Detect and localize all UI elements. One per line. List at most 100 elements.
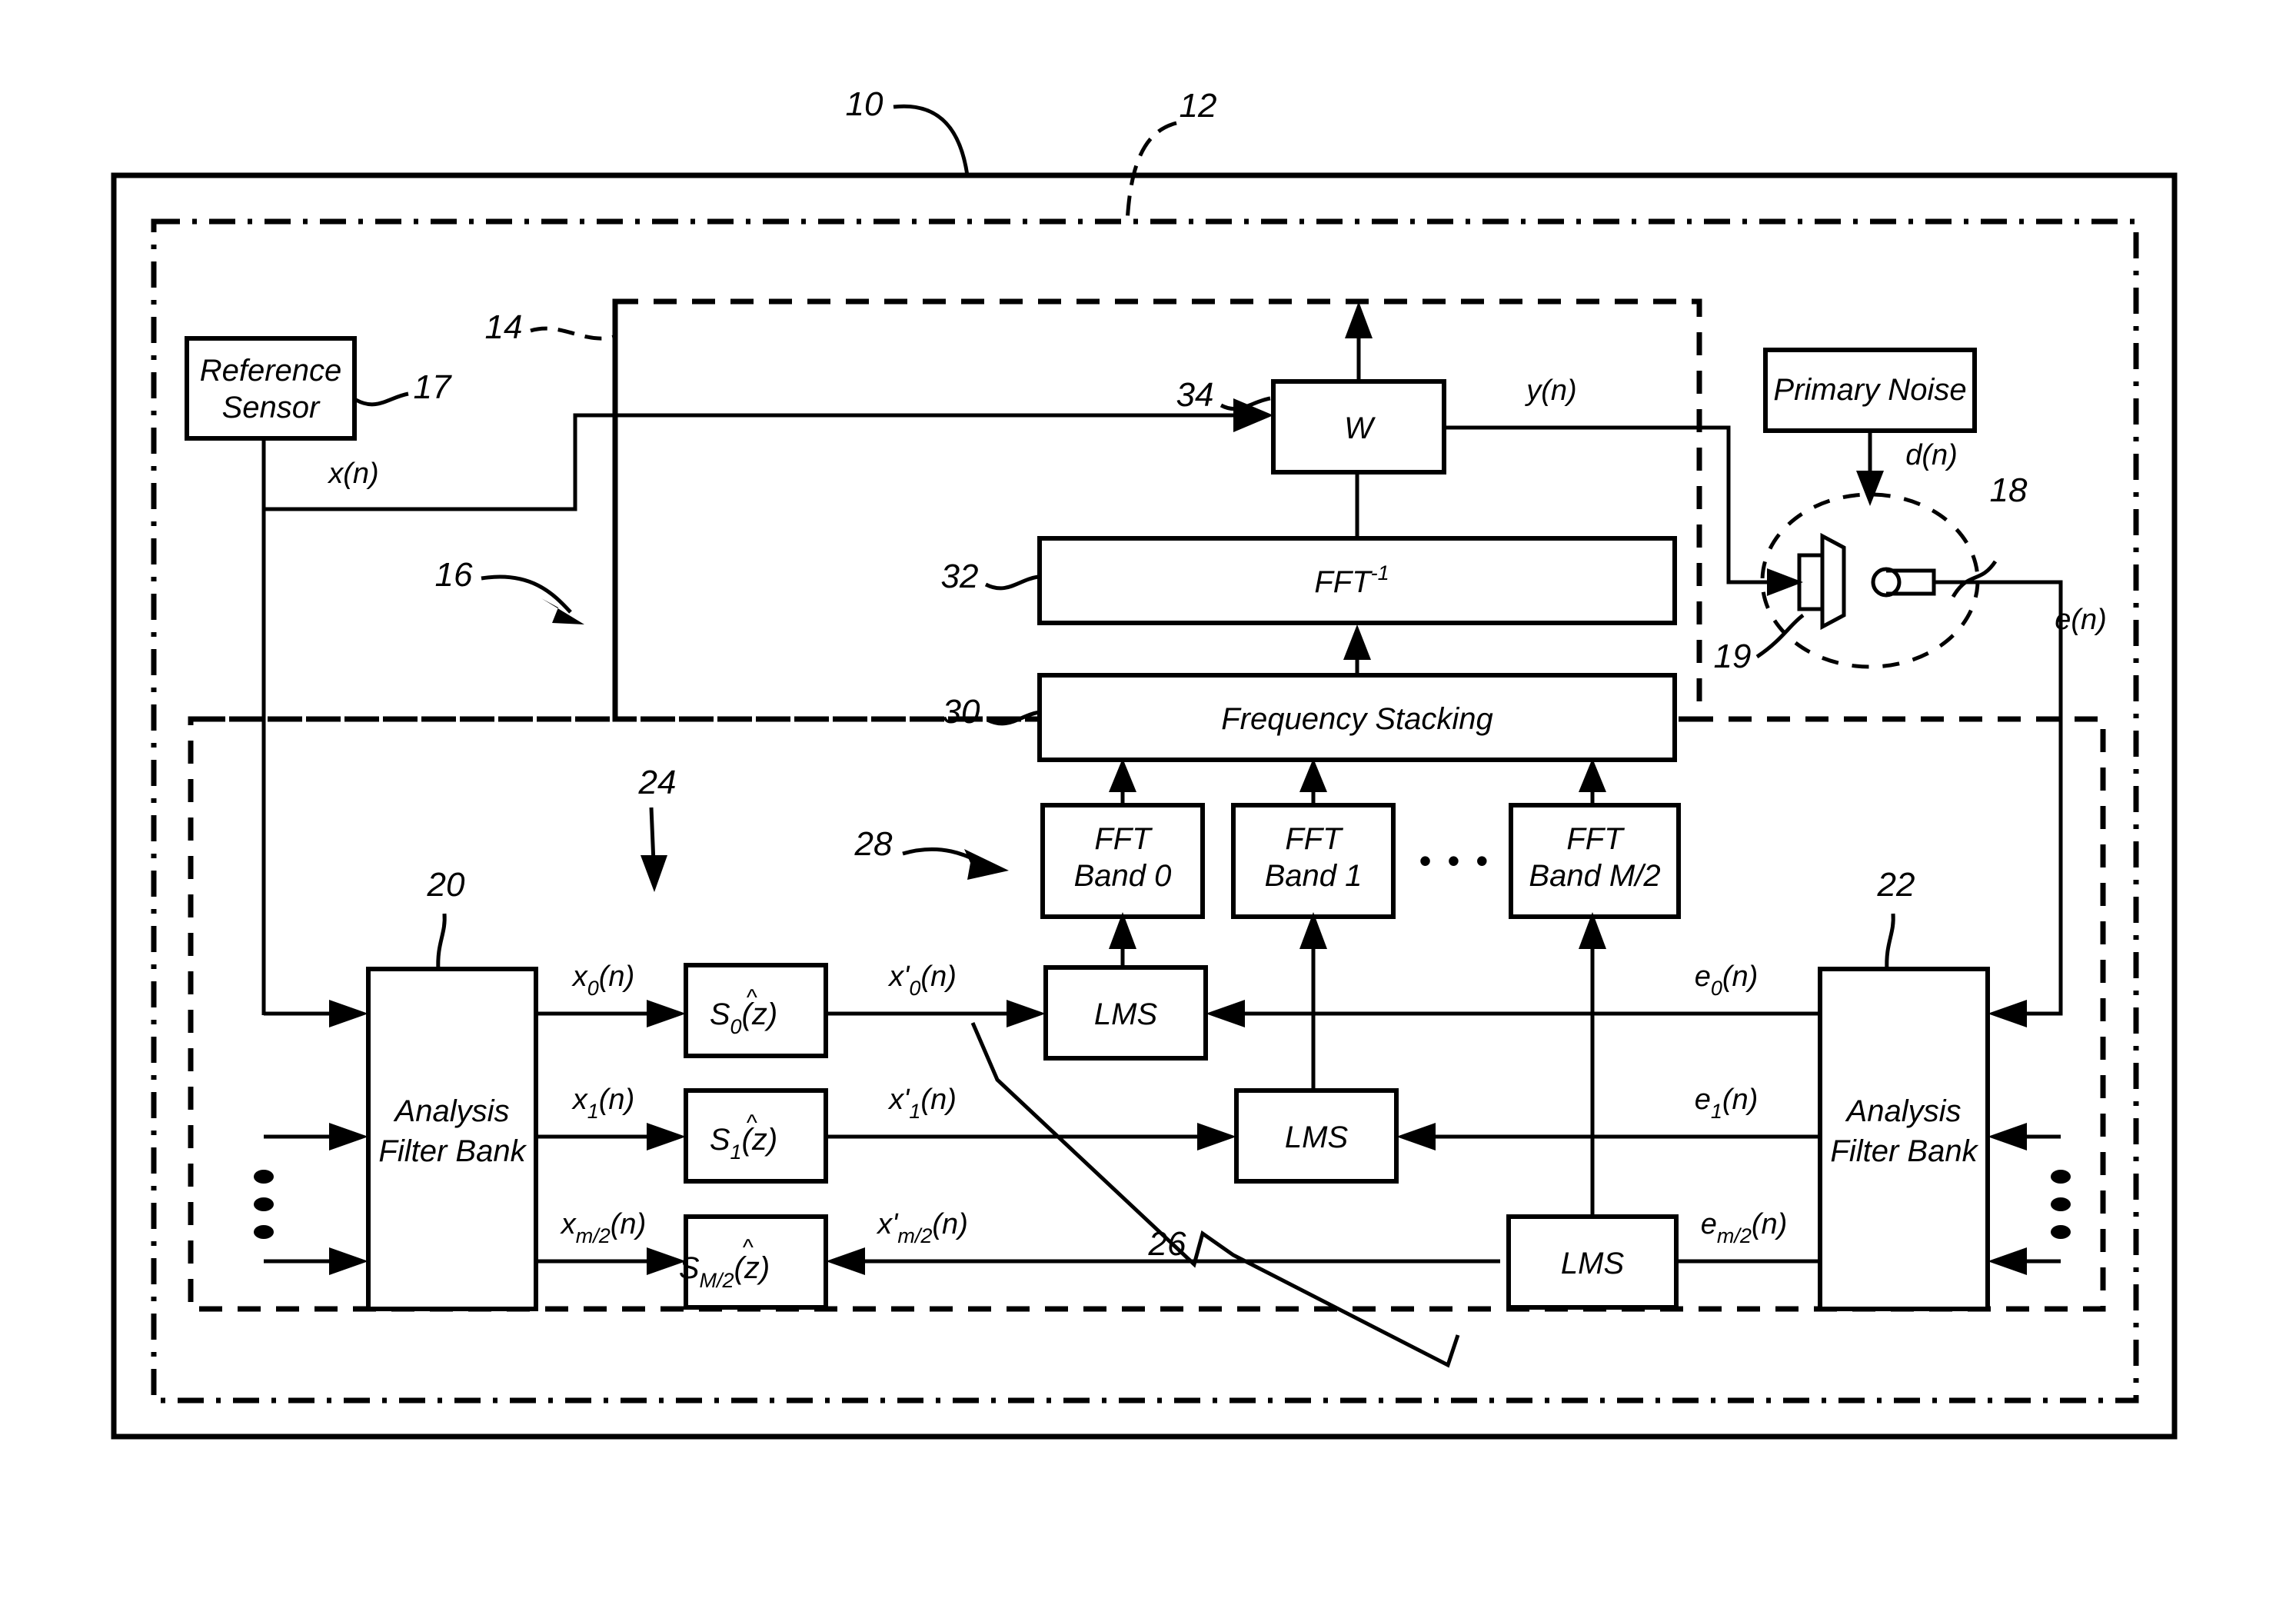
x0n-sub: 0	[587, 977, 599, 1000]
reference-sensor-label-line2: Sensor	[222, 391, 321, 425]
wire-xn-to-w	[264, 413, 1265, 511]
patent-diagram: 10 12 14 16 17 24 20 22 28 30 32 34 18 1…	[111, 85, 2178, 1440]
refnum-14: 14	[485, 308, 523, 346]
fft-band-m2-label-line2: Band M/2	[1529, 859, 1660, 893]
refnum-19: 19	[1714, 638, 1752, 675]
adaptive-filter-w-label: W	[1344, 411, 1376, 445]
em2n-sub: m/2	[1717, 1224, 1752, 1247]
analysis-filter-bank-right-line2: Filter Bank	[1830, 1134, 1978, 1168]
left-vertical-ellipsis-dot-1	[254, 1170, 274, 1184]
fft-band-0-label-line2: Band 0	[1074, 859, 1172, 893]
primary-noise-label: Primary Noise	[1773, 373, 1966, 407]
refnum-20: 20	[427, 866, 465, 904]
refnum-18: 18	[1990, 471, 2028, 509]
analysis-filter-bank-left-line1: Analysis	[394, 1094, 510, 1128]
leader-26	[970, 1022, 1460, 1368]
e0n-base: e	[1695, 961, 1711, 993]
xm2n-sub: m/2	[576, 1224, 611, 1247]
left-vertical-ellipsis-dot-3	[254, 1225, 274, 1239]
x0n-arg: (n)	[599, 961, 634, 993]
upper-dashed-enclosure-14	[612, 298, 1702, 722]
signal-label-e0n: e0(n)	[1695, 961, 1759, 1000]
inverse-fft-label-text: FFT	[1314, 565, 1373, 599]
loudspeaker-icon	[1820, 532, 1846, 631]
refnum-22: 22	[1877, 866, 1915, 904]
wire-e0n-arrow	[1206, 1000, 1245, 1027]
wire-en-arrow-1	[1988, 1123, 2027, 1150]
wire-en	[1934, 580, 2063, 1016]
wire-w-up-arrow	[1345, 301, 1373, 338]
refnum-30: 30	[943, 693, 980, 731]
wire-x0n-arrow	[647, 1000, 686, 1027]
signal-label-x0pn: x'0(n)	[887, 961, 957, 1000]
wire-fftbandm2-to-stacking-arrow	[1579, 758, 1606, 792]
refnum-26: 26	[1148, 1225, 1186, 1263]
wire-xn-branch-m2-arrow	[329, 1247, 368, 1275]
signal-label-xn: x(n)	[327, 458, 378, 490]
leader-18	[1951, 560, 1998, 598]
right-vertical-ellipsis-dot-2	[2051, 1197, 2071, 1211]
x0pn-base: x'	[887, 961, 910, 993]
wire-x0pn-arrow	[1007, 1000, 1046, 1027]
wire-x1pn-arrow	[1197, 1123, 1236, 1150]
error-microphone-icon	[1886, 568, 1936, 596]
fft-band-ellipsis: • • •	[1419, 841, 1491, 881]
leader-24-arrowhead	[641, 855, 667, 892]
wire-fftband1-to-stacking-arrow	[1299, 758, 1327, 792]
wire-en-arrow-0	[1988, 1000, 2027, 1027]
signal-label-xm2n: xm/2(n)	[560, 1208, 646, 1247]
wire-stacking-to-ifft-arrow	[1343, 624, 1371, 660]
e1n-arg: (n)	[1722, 1084, 1758, 1116]
refnum-34: 34	[1176, 376, 1214, 414]
xm2n-base: x	[560, 1208, 577, 1240]
leader-24	[649, 807, 656, 864]
signal-label-em2n: em/2(n)	[1701, 1208, 1788, 1247]
lms-block-1-label: LMS	[1285, 1121, 1349, 1154]
em2n-arg: (n)	[1752, 1208, 1787, 1240]
refnum-17: 17	[414, 368, 452, 406]
signal-label-dn: d(n)	[1905, 439, 1958, 471]
wire-x1n-arrow	[647, 1123, 686, 1150]
leader-17	[354, 391, 409, 407]
x1n-arg: (n)	[599, 1084, 634, 1116]
x1pn-arg: (n)	[920, 1084, 956, 1116]
leader-16	[481, 574, 572, 614]
leader-22	[1885, 913, 1895, 971]
leader-28-arrowhead	[964, 849, 1009, 880]
leader-10	[893, 104, 970, 176]
wire-en-arrow-m2	[1988, 1247, 2027, 1275]
s0-base: S	[710, 997, 730, 1031]
refnum-32: 32	[941, 558, 979, 595]
x0pn-arg: (n)	[920, 961, 956, 993]
signal-label-x0n: x0(n)	[571, 961, 634, 1000]
fft-band-1-label-line2: Band 1	[1265, 859, 1363, 893]
wire-fftband0-to-stacking-arrow	[1109, 758, 1136, 792]
xm2pn-base: x'	[876, 1208, 899, 1240]
s1-sub: 1	[730, 1140, 742, 1164]
s0-arg: (z)	[742, 997, 778, 1031]
reference-sensor-label-line1: Reference	[200, 354, 342, 388]
signal-label-en: e(n)	[2055, 604, 2107, 636]
frequency-stacking-label: Frequency Stacking	[1221, 702, 1493, 736]
x1pn-base: x'	[887, 1084, 910, 1116]
refnum-12: 12	[1180, 87, 1217, 125]
xm2n-arg: (n)	[611, 1208, 646, 1240]
lms-block-0-label: LMS	[1094, 997, 1158, 1031]
wire-xn-branch-0-arrow	[329, 1000, 368, 1027]
sm2-sub: M/2	[700, 1269, 734, 1292]
signal-label-xm2pn: x'm/2(n)	[876, 1208, 968, 1247]
refnum-10: 10	[846, 85, 883, 123]
signal-label-yn: y(n)	[1524, 375, 1576, 407]
sm2-base: S	[679, 1251, 700, 1285]
wire-xn-branch-1-arrow	[329, 1123, 368, 1150]
xm2pn-arg: (n)	[932, 1208, 967, 1240]
fft-band-m2-label-line1: FFT	[1566, 822, 1625, 856]
wire-e1n-arrow	[1396, 1123, 1436, 1150]
s0-sub: 0	[730, 1015, 742, 1038]
fft-band-1-label-line1: FFT	[1285, 822, 1343, 856]
lms-block-m2-label: LMS	[1561, 1247, 1625, 1280]
signal-label-x1n: x1(n)	[571, 1084, 634, 1123]
x1n-base: x	[571, 1084, 589, 1116]
analysis-filter-bank-left-line2: Filter Bank	[378, 1134, 527, 1168]
e0n-sub: 0	[1711, 977, 1722, 1000]
